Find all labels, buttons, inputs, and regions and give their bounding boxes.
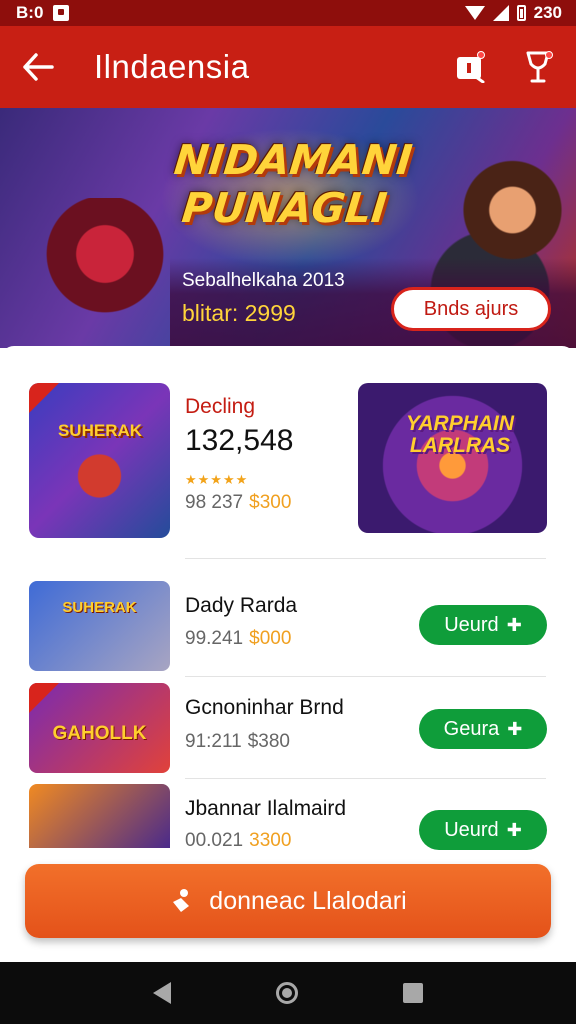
list-item-button-label: Geura [443,717,500,740]
list-item-thumbnail[interactable] [29,784,170,848]
notification-button[interactable] [450,47,490,87]
featured-thumbnail[interactable]: SUHERAK [29,383,170,538]
list-item-thumb-text: GAHOLLK [52,723,147,744]
list-item-button-label: Ueurd [444,818,499,841]
app-bar: Ilndaensia [0,26,576,108]
featured-artwork[interactable]: YARPHAIN LARLRAS [358,383,547,533]
divider [185,558,546,559]
list-item-thumb-text: SUHERAK [62,599,137,616]
notification-square-icon [53,5,70,21]
nav-back-icon[interactable] [152,982,171,1004]
trophy-badge [545,51,553,59]
banner-title-line1: NIDAMANI [172,136,415,184]
status-battery-text: 230 [533,3,562,22]
signal-icon [492,5,509,21]
trophy-button[interactable] [518,47,558,87]
list-item-old-price: 91:211 [185,731,242,752]
corner-ribbon [29,383,59,413]
status-right: 230 [464,3,562,23]
download-button[interactable]: donneac Llalodari [25,864,551,938]
list-item-title: Jbannar Ilalmaird [185,797,347,820]
plus-icon: ✚ [506,819,522,840]
list-item-prices: 91:211 $380 [185,731,290,753]
list-item-thumbnail[interactable]: SUHERAK [29,581,170,671]
plus-icon: ✚ [506,614,522,635]
page-title: Ilndaensia [94,48,250,85]
featured-prices: 98 237 $300 [185,492,291,514]
system-nav-bar [0,962,576,1024]
banner-button[interactable]: Bnds ajurs [391,287,551,331]
download-button-label: donneac Llalodari [209,886,407,915]
featured-rating: ★★★★★ [185,472,249,487]
featured-art-text: YARPHAIN LARLRAS [405,412,515,457]
back-button[interactable] [18,47,58,87]
tag-icon [173,889,190,912]
list-item-button[interactable]: Ueurd ✚ [419,810,547,850]
banner-title: NIDAMANI PUNAGLI [167,136,415,232]
status-bar: B:0 230 [0,0,576,26]
plus-icon: ✚ [507,718,523,739]
list-item-button-label: Ueurd [444,613,499,636]
divider [185,676,546,677]
banner-title-line2: PUNAGLI [179,184,390,232]
list-item-title: Gcnoninhar Brnd [185,696,344,719]
list-item-title: Dady Rarda [185,594,298,617]
list-item-prices: 99.241 $000 [185,628,291,650]
featured-new-price: $300 [249,492,292,513]
banner-price: blitar: 2999 [182,300,296,326]
list-item-button[interactable]: Geura ✚ [419,709,547,749]
list-item-new-price: $380 [247,731,290,752]
notification-badge [477,51,485,59]
arrow-left-icon [23,53,54,81]
status-left: B:0 [16,3,70,23]
list-item-button[interactable]: Ueurd ✚ [419,605,547,645]
featured-thumb-text: SUHERAK [57,421,143,440]
list-item-old-price: 00.021 [185,830,244,851]
featured-old-price: 98 237 [185,492,244,513]
wifi-icon [464,6,485,20]
status-time: B:0 [16,3,44,22]
battery-icon [516,5,526,21]
featured-tag: Decling [185,395,256,418]
nav-recent-icon[interactable] [403,983,424,1003]
divider [185,778,546,779]
list-item-old-price: 99.241 [185,628,244,649]
featured-count: 132,548 [185,424,294,457]
corner-ribbon [29,683,59,713]
list-item-new-price: $000 [249,628,292,649]
nav-home-icon[interactable] [275,982,298,1004]
list-item-new-price: 3300 [249,830,292,851]
banner-subtitle: Sebalhelkaha 2013 [182,270,345,291]
list-item-thumbnail[interactable]: GAHOLLK [29,683,170,773]
list-item-prices: 00.021 3300 [185,830,291,852]
banner-hero-left [30,198,180,348]
